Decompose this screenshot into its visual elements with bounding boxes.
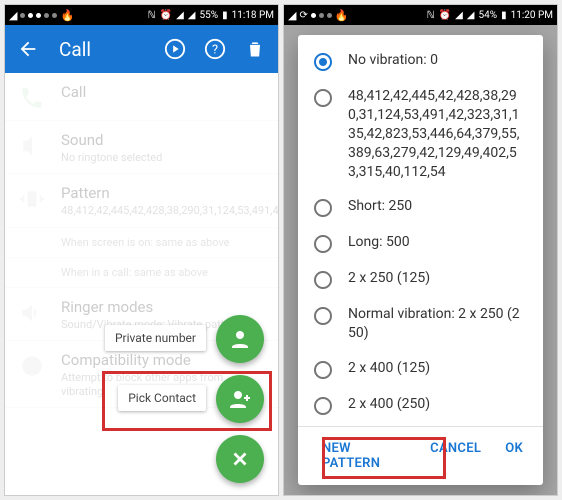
- section-pattern[interactable]: Pattern 48,412,42,445,42,428,38,290,31,1…: [5, 174, 278, 227]
- radio-option[interactable]: Short: 250: [298, 189, 543, 225]
- ringer-icon: [19, 300, 45, 326]
- notif-icon: ◢: [288, 9, 296, 22]
- radio-icon: [314, 361, 332, 379]
- page-dot: [311, 13, 316, 18]
- option-label: 2 x 250 (125): [348, 269, 430, 288]
- radio-icon: [314, 397, 332, 415]
- option-list: No vibration: 0 48,412,42,445,42,428,38,2…: [298, 35, 543, 426]
- status-bar: ◢ ⟳ 🔥 ℕ ⏰ ◢ ◢ 54% ▮ 11:20 PM: [284, 5, 557, 25]
- clock: 11:18 PM: [232, 10, 274, 21]
- radio-option[interactable]: 48,412,42,445,42,428,38,290,31,124,53,49…: [298, 79, 543, 189]
- page-dot: [36, 13, 41, 18]
- radio-option[interactable]: Normal vibration: 2 x 250 (250): [298, 297, 543, 351]
- compat-icon: [19, 353, 45, 379]
- option-label: No vibration: 0: [348, 51, 438, 70]
- radio-option[interactable]: 2 x 400 (250): [298, 387, 543, 423]
- row-screen-on[interactable]: When screen is on: same as above: [5, 228, 278, 258]
- page-title: Call: [59, 38, 91, 61]
- alarm-icon: ⏰: [160, 10, 172, 21]
- sync-icon: ⟳: [299, 10, 307, 21]
- radio-option[interactable]: No vibration: 0: [298, 43, 543, 79]
- radio-icon: [314, 271, 332, 289]
- option-label: Normal vibration: 2 x 250 (250): [348, 305, 527, 343]
- notif-icon: ◢: [9, 9, 17, 22]
- fab-private-number[interactable]: [216, 315, 264, 363]
- section-call[interactable]: Call: [5, 73, 278, 121]
- radio-icon: [314, 53, 332, 71]
- radio-icon: [314, 235, 332, 253]
- signal-icon: ◢: [176, 10, 184, 21]
- battery-icon: ▮: [222, 10, 228, 21]
- svg-text:?: ?: [212, 43, 218, 58]
- page-dot: [28, 13, 33, 18]
- cancel-button[interactable]: CANCEL: [422, 437, 489, 475]
- dialog-actions: NEW PATTERN CANCEL OK: [298, 426, 543, 485]
- nfc-icon: ℕ: [427, 10, 435, 21]
- new-pattern-button[interactable]: NEW PATTERN: [314, 437, 414, 475]
- clock: 11:20 PM: [511, 10, 553, 21]
- delete-button[interactable]: [244, 38, 266, 60]
- flame-icon: 🔥: [335, 9, 349, 22]
- status-bar: ◢ 🔥 ℕ ⏰ ◢ ◢ 55% ▮ 11:18 PM: [5, 5, 278, 25]
- back-button[interactable]: [17, 38, 39, 60]
- ringer-label: Ringer modes: [61, 298, 266, 316]
- flame-icon: 🔥: [60, 9, 74, 22]
- page-dot: [52, 13, 57, 18]
- pattern-label: Pattern: [61, 184, 266, 202]
- wifi-icon: ◢: [188, 10, 196, 21]
- pattern-dialog: No vibration: 0 48,412,42,445,42,428,38,2…: [298, 35, 543, 485]
- radio-icon: [314, 199, 332, 217]
- option-label: 48,412,42,445,42,428,38,290,31,124,53,49…: [348, 87, 527, 181]
- page-dot: [44, 13, 49, 18]
- radio-option[interactable]: Long: 500: [298, 225, 543, 261]
- fab-label-pick: Pick Contact: [118, 385, 206, 411]
- app-bar: Call ?: [5, 25, 278, 73]
- page-dot: [20, 13, 25, 18]
- battery-icon: ▮: [501, 10, 507, 21]
- wifi-icon: ◢: [467, 10, 475, 21]
- battery-pct: 54%: [478, 10, 497, 21]
- option-label: Long: 500: [348, 233, 410, 252]
- vibrate-icon: [19, 186, 45, 212]
- ok-button[interactable]: OK: [497, 437, 531, 475]
- page-dot: [327, 13, 332, 18]
- row-in-call[interactable]: When in a call: same as above: [5, 258, 278, 288]
- fab-pick-contact[interactable]: [216, 375, 264, 423]
- signal-icon: ◢: [455, 10, 463, 21]
- help-button[interactable]: ?: [204, 38, 226, 60]
- option-label: 2 x 400 (125): [348, 359, 430, 378]
- radio-icon: [314, 89, 332, 107]
- fab-label-private: Private number: [105, 325, 206, 351]
- option-label: Short: 250: [348, 197, 412, 216]
- alarm-icon: ⏰: [439, 10, 451, 21]
- phone-right: ◢ ⟳ 🔥 ℕ ⏰ ◢ ◢ 54% ▮ 11:20 PM No vibratio…: [283, 4, 558, 496]
- option-label: 2 x 400 (250): [348, 395, 430, 414]
- pattern-sub: 48,412,42,445,42,428,38,290,31,124,53,49…: [61, 204, 266, 218]
- play-button[interactable]: [164, 38, 186, 60]
- fab-close[interactable]: [216, 435, 264, 483]
- sound-label: Sound: [61, 131, 266, 149]
- phone-left: ◢ 🔥 ℕ ⏰ ◢ ◢ 55% ▮ 11:18 PM Ca: [4, 4, 279, 496]
- nfc-icon: ℕ: [148, 10, 156, 21]
- radio-icon: [314, 307, 332, 325]
- phone-icon: [19, 85, 45, 111]
- battery-pct: 55%: [199, 10, 218, 21]
- radio-option[interactable]: 2 x 400 (125): [298, 351, 543, 387]
- call-label: Call: [61, 83, 266, 101]
- page-dot: [319, 13, 324, 18]
- radio-option[interactable]: 2 x 250 (125): [298, 261, 543, 297]
- sound-sub: No ringtone selected: [61, 151, 266, 165]
- section-sound[interactable]: Sound No ringtone selected: [5, 121, 278, 174]
- sound-icon: [19, 133, 45, 159]
